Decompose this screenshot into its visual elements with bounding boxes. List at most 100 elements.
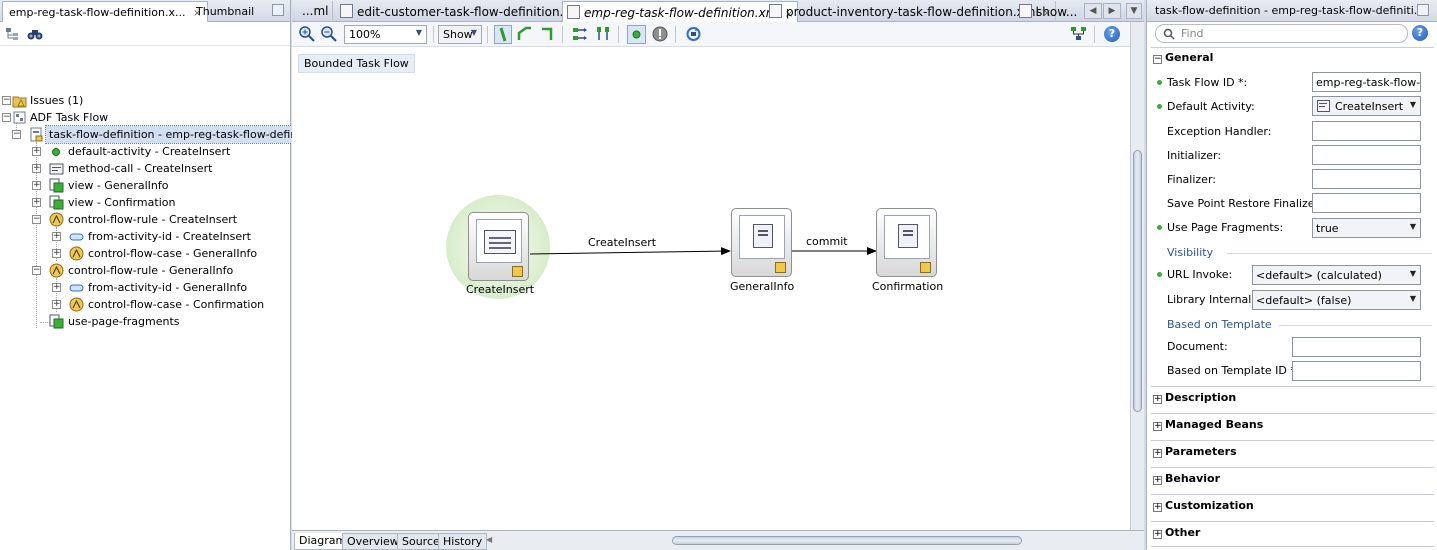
collapse-toggle[interactable]: − [12,130,21,139]
save-point-restore-finalizer-field[interactable] [1312,193,1421,213]
library-internal-select[interactable]: <default> (false) ▼ [1252,290,1421,310]
straight-line-button[interactable] [494,25,512,44]
tab-label: emp-reg-task-flow-definition.xml [584,6,781,20]
tab-list-button[interactable]: ▼ [1126,3,1142,19]
edge-createinsert[interactable] [529,247,731,256]
zoom-out-icon[interactable] [321,26,337,42]
zoom-in-icon[interactable] [299,26,315,42]
collapse-toggle[interactable]: − [32,215,41,224]
binoculars-icon[interactable] [27,27,43,41]
chevron-down-icon: ▼ [470,28,477,37]
tab-ml[interactable]: ...ml [298,1,334,22]
show-menu-button[interactable]: Show ▼ [438,25,482,44]
use-page-fragments-icon [49,314,64,329]
node-confirmation[interactable] [876,208,937,277]
section-behavior[interactable]: + Behavior [1153,472,1220,485]
exception-handler-icon[interactable] [652,26,668,42]
tab-emp-reg[interactable]: emp-reg-task-flow-definition.xml × [562,1,799,22]
tree-item-label: from-activity-id - GeneralInfo [88,281,248,294]
finalizer-field[interactable] [1312,169,1421,189]
vertical-scroll-thumb[interactable] [1133,150,1142,412]
section-customization[interactable]: + Customization [1153,499,1254,512]
tab-history[interactable]: History [438,533,488,550]
method-call-icon [49,163,64,175]
section-general[interactable]: − General [1153,51,1213,64]
edge-label-createinsert[interactable]: CreateInsert [588,236,656,249]
section-description[interactable]: + Description [1153,391,1236,404]
node-createinsert[interactable] [468,212,529,281]
view-icon [49,195,64,210]
diagram-overview-icon[interactable] [1070,26,1087,42]
diagram-canvas[interactable]: Bounded Task Flow CreateInsert commit Cr… [292,48,1130,530]
collapse-toggle[interactable]: − [2,113,11,122]
expand-toggle[interactable]: + [32,198,41,207]
zoom-select[interactable]: 100% ▼ [344,25,427,44]
minimize-icon[interactable] [1417,4,1429,16]
node-generalinfo[interactable] [731,208,792,277]
diagram-toolbar: 100% ▼ Show ▼ ? [292,22,1144,47]
expand-toggle[interactable]: + [52,249,61,258]
file-icon [340,4,353,18]
polyline-icon[interactable] [517,26,533,42]
show-label: Show [443,28,473,41]
chevron-down-icon: ▼ [1409,294,1416,303]
tab-overview[interactable]: Overview [342,533,404,550]
minimize-icon[interactable] [272,4,284,16]
template-id-field[interactable] [1292,361,1421,381]
expand-toggle[interactable]: + [1153,395,1162,404]
diagram-editor: ...ml edit-customer-task-flow-definition… [292,0,1144,550]
expand-toggle[interactable]: + [32,164,41,173]
prop-label-use-page-fragments: Use Page Fragments: [1167,221,1284,234]
expand-toggle[interactable]: + [32,147,41,156]
tree-layout-icon[interactable] [5,27,21,41]
expand-toggle[interactable]: + [1153,422,1162,431]
expand-toggle[interactable]: + [1153,530,1162,539]
refresh-diagram-icon[interactable] [685,26,702,42]
expand-toggle[interactable]: + [52,232,61,241]
section-parameters[interactable]: + Parameters [1153,445,1237,458]
document-field[interactable] [1292,337,1421,357]
expand-toggle[interactable]: + [32,181,41,190]
default-activity-select[interactable]: CreateInsert ▼ [1312,96,1421,116]
help-icon[interactable]: ? [1104,26,1120,42]
layout-vertical-icon[interactable] [595,26,612,42]
tab-thumbnail[interactable]: Thumbnail [190,1,260,22]
tree-item-label: use-page-fragments [68,315,180,328]
horizontal-scroll-thumb[interactable] [672,536,1022,545]
initializer-field[interactable] [1312,145,1421,165]
expand-toggle[interactable]: + [1153,503,1162,512]
chevron-down-icon: ▼ [1409,100,1416,109]
scroll-left-icon[interactable]: ◀ [486,535,492,544]
help-icon[interactable]: ? [1412,25,1428,41]
url-invoke-value: <default> (calculated) [1256,269,1382,282]
task-flow-id-field[interactable]: emp-reg-task-flow-... [1312,72,1421,92]
layout-horizontal-icon[interactable] [572,26,589,42]
find-input[interactable]: Find [1155,24,1408,43]
vertical-scrollbar[interactable] [1130,22,1144,550]
tab-label: Thumbnail [196,5,255,18]
edge-label-commit[interactable]: commit [806,235,848,248]
collapse-toggle[interactable]: − [32,266,41,275]
expand-toggle[interactable]: + [1153,476,1162,485]
tab-scroll-right-button[interactable]: ▶ [1103,3,1121,19]
prop-label-default-activity: Default Activity: [1167,100,1255,113]
section-managed-beans[interactable]: + Managed Beans [1153,418,1263,431]
section-other[interactable]: + Other [1153,526,1200,539]
url-invoke-select[interactable]: <default> (calculated) ▼ [1252,265,1421,285]
expand-toggle[interactable]: + [52,283,61,292]
tab-emp-reg-structure[interactable]: emp-reg-task-flow-definition.x... × [2,1,209,22]
collapse-toggle[interactable]: − [1153,55,1162,64]
tree-item-label: control-flow-case - Confirmation [88,298,265,311]
exception-handler-field[interactable] [1312,121,1421,141]
tab-product-inventory[interactable]: product-inventory-task-flow-definition.x… [765,1,1057,22]
expand-toggle[interactable]: + [1153,449,1162,458]
collapse-toggle[interactable]: − [2,96,11,105]
view-page-icon [898,224,918,248]
default-activity-button[interactable] [627,25,646,44]
expand-toggle[interactable]: + [52,300,61,309]
use-page-fragments-select[interactable]: true ▼ [1312,218,1421,238]
tab-scroll-left-button[interactable]: ◀ [1084,3,1102,19]
tab-show[interactable]: show... [1015,1,1081,22]
left-tabbar: emp-reg-task-flow-definition.x... × Thum… [0,0,290,22]
orthogonal-line-icon[interactable] [540,26,556,42]
